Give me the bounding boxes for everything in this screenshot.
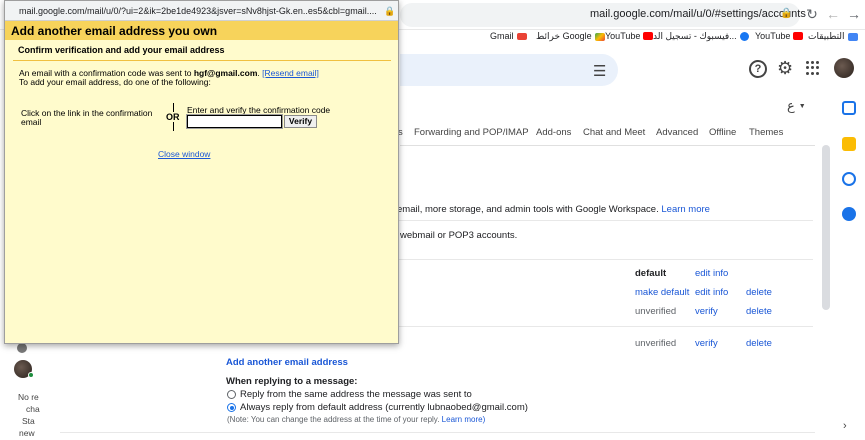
search-options-icon[interactable]: ☰ xyxy=(593,62,606,80)
bookmark-label: YouTube xyxy=(755,31,791,41)
section-divider xyxy=(398,220,813,221)
pop3-text: webmail or POP3 accounts. xyxy=(400,230,518,241)
tab-chat-meet[interactable]: Chat and Meet xyxy=(583,127,645,138)
sent-dot: . xyxy=(257,68,260,78)
delete-link[interactable]: delete xyxy=(746,338,772,349)
verify-button[interactable]: Verify xyxy=(284,115,317,128)
verify-link[interactable]: verify xyxy=(695,338,718,349)
keep-icon[interactable] xyxy=(842,137,856,151)
maps-icon xyxy=(594,32,605,41)
account-status-unverified: unverified xyxy=(635,306,677,317)
start-chat-link[interactable]: Sta xyxy=(22,416,35,426)
reply-same-radio[interactable] xyxy=(227,390,236,399)
bookmark-youtube-2[interactable]: YouTube xyxy=(605,31,654,41)
reload-icon[interactable]: ↻ xyxy=(803,6,821,23)
reply-learn-more-link[interactable]: Learn more) xyxy=(442,415,486,424)
replying-heading: When replying to a message: xyxy=(226,376,358,387)
scrollbar[interactable] xyxy=(822,145,830,310)
reply-default-label: Always reply from default address (curre… xyxy=(240,402,528,413)
code-label: Enter and verify the confirmation code xyxy=(187,105,331,115)
popup-divider xyxy=(13,60,391,61)
or-divider xyxy=(173,122,174,131)
reply-same-label: Reply from the same address the message … xyxy=(240,389,472,400)
gmail-icon xyxy=(516,32,527,40)
bookmark-apps[interactable]: التطبيقات xyxy=(808,31,858,42)
bookmark-google-maps[interactable]: خرائط Google xyxy=(536,31,605,42)
tab-themes[interactable]: Themes xyxy=(749,127,783,138)
gear-icon[interactable]: ⚙ xyxy=(777,58,793,79)
tab-advanced[interactable]: Advanced xyxy=(656,127,698,138)
tab-offline[interactable]: Offline xyxy=(709,127,736,138)
youtube-icon xyxy=(793,32,804,40)
youtube-icon xyxy=(643,32,654,40)
tasks-icon[interactable] xyxy=(842,172,856,186)
option-link-text: email xyxy=(21,117,42,127)
search-bar[interactable] xyxy=(400,54,618,86)
bookmark-label: YouTube xyxy=(605,31,641,41)
make-default-link[interactable]: make default xyxy=(635,287,689,298)
account-status-unverified: unverified xyxy=(635,338,677,349)
chat-empty-text: cha xyxy=(26,404,40,414)
bookmark-label: التطبيقات xyxy=(808,31,845,41)
online-status-dot xyxy=(28,372,34,378)
tab-divider xyxy=(400,145,815,146)
apps-grid-icon xyxy=(847,32,858,41)
help-icon[interactable]: ? xyxy=(749,60,767,78)
contacts-icon[interactable] xyxy=(842,207,856,221)
address-bar-url: mail.google.com/mail/u/0/#settings/accou… xyxy=(590,8,806,20)
google-apps-icon[interactable] xyxy=(806,61,820,75)
verify-link[interactable]: verify xyxy=(695,306,718,317)
or-divider xyxy=(173,103,174,112)
popup-url: mail.google.com/mail/u/0/?ui=2&ik=2be1de… xyxy=(19,6,377,16)
tab-addons[interactable]: Add-ons xyxy=(536,127,571,138)
tab-forwarding[interactable]: Forwarding and POP/IMAP xyxy=(414,127,529,138)
bookmark-label: خرائط Google xyxy=(536,31,592,41)
section-divider xyxy=(398,259,813,260)
back-arrow-icon[interactable]: → xyxy=(845,6,863,22)
workspace-description: email, more storage, and admin tools wit… xyxy=(397,204,659,215)
chat-empty-text: No re xyxy=(18,392,39,402)
delete-link[interactable]: delete xyxy=(746,306,772,317)
delete-link[interactable]: delete xyxy=(746,287,772,298)
resend-email-link[interactable]: [Resend email] xyxy=(262,68,319,78)
hangouts-icon[interactable] xyxy=(17,343,27,353)
close-window-link[interactable]: Close window xyxy=(158,149,210,159)
reply-default-radio[interactable] xyxy=(227,403,236,412)
bookmark-label: Gmail xyxy=(490,31,514,41)
edit-info-link[interactable]: edit info xyxy=(695,287,728,298)
language-selector[interactable]: ع ▼ xyxy=(787,98,806,114)
calendar-icon[interactable] xyxy=(842,101,856,115)
reply-note: (Note: You can change the address at the… xyxy=(227,415,485,424)
facebook-icon xyxy=(739,32,749,41)
or-label: OR xyxy=(166,112,180,122)
section-divider xyxy=(60,432,815,433)
popup-subtitle: Confirm verification and add your email … xyxy=(18,45,225,55)
bookmark-facebook[interactable]: فيسبوك - تسجيل الد... xyxy=(653,31,749,42)
add-another-email-link[interactable]: Add another email address xyxy=(226,357,348,368)
language-selector-label: ع xyxy=(787,98,795,113)
reply-note-text: (Note: You can change the address at the… xyxy=(227,415,440,424)
lock-icon: 🔒 xyxy=(384,6,396,16)
confirmation-code-input[interactable] xyxy=(186,114,283,129)
workspace-text: email, more storage, and admin tools wit… xyxy=(397,204,710,215)
lock-icon: 🔒 xyxy=(780,8,793,19)
row-divider xyxy=(398,326,813,327)
start-chat-link[interactable]: new xyxy=(19,428,35,438)
edit-info-link[interactable]: edit info xyxy=(695,268,728,279)
screen: mail.google.com/mail/u/0/#settings/accou… xyxy=(0,0,865,440)
instructions-text: To add your email address, do one of the… xyxy=(19,77,211,87)
caret-down-icon: ▼ xyxy=(798,103,806,111)
popup-title: Add another email address you own xyxy=(11,24,218,38)
bookmark-youtube-1[interactable]: YouTube xyxy=(755,31,804,41)
bookmark-label: فيسبوك - تسجيل الد... xyxy=(653,31,737,41)
avatar[interactable] xyxy=(834,58,854,78)
bookmark-gmail[interactable]: Gmail xyxy=(490,31,527,41)
expand-panel-icon[interactable]: › xyxy=(843,420,847,432)
workspace-learn-more-link[interactable]: Learn more xyxy=(661,204,710,215)
forward-arrow-icon[interactable]: ← xyxy=(824,6,842,22)
account-status-default: default xyxy=(635,268,667,279)
